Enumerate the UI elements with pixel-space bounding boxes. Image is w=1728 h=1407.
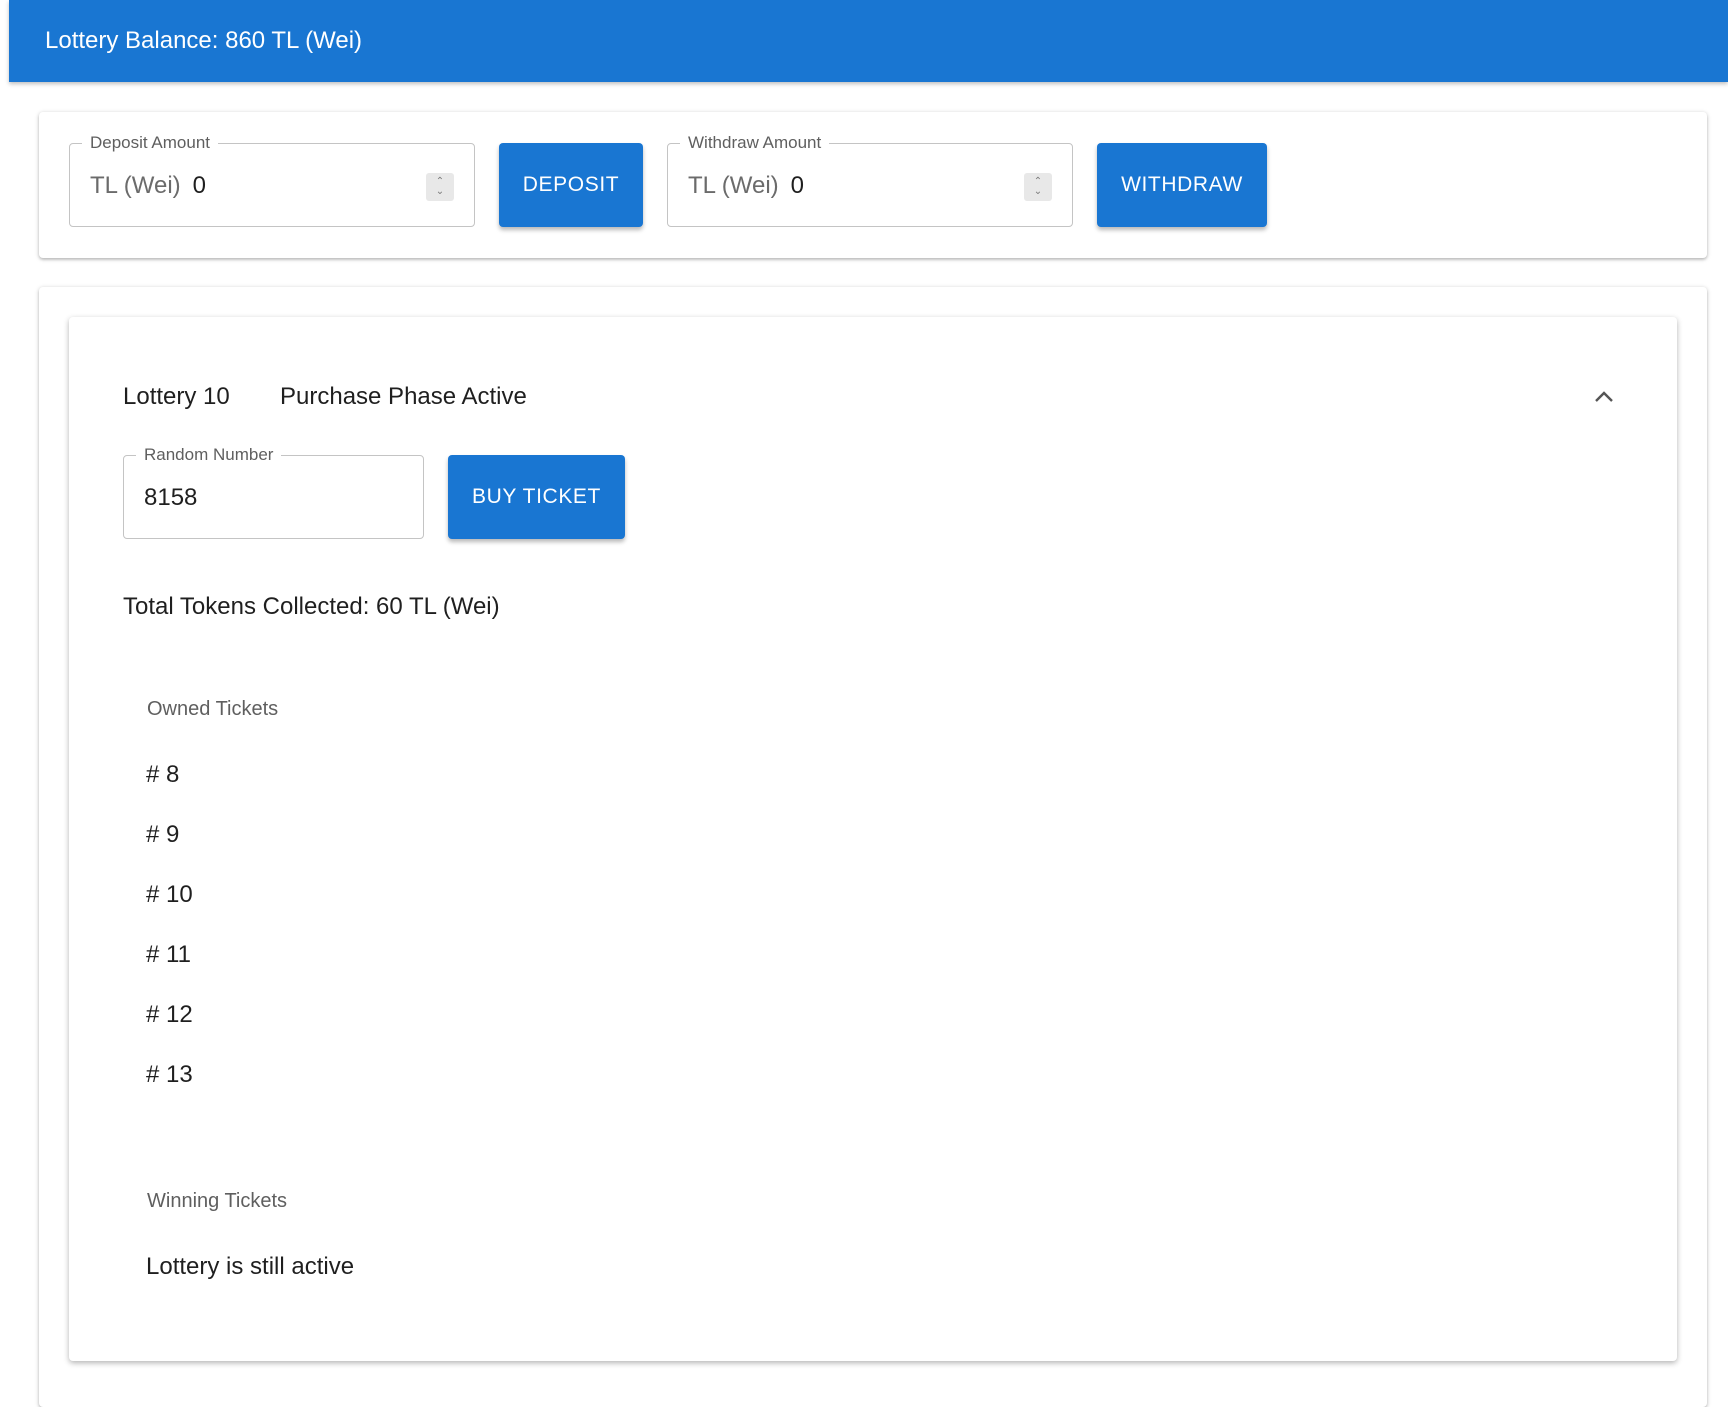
list-item: # 9: [146, 821, 180, 848]
list-item: # 12: [146, 1001, 193, 1028]
list-item: # 13: [146, 1061, 193, 1088]
list-item: # 10: [146, 881, 193, 908]
number-spinner-icon[interactable]: ⌃ ⌄: [1024, 173, 1052, 201]
app-bar: Lottery Balance: 860 TL (Wei): [9, 0, 1728, 82]
random-number-input[interactable]: 8158: [144, 484, 197, 512]
random-number-field[interactable]: Random Number 8158: [123, 445, 424, 539]
lottery-balance: Lottery Balance: 860 TL (Wei): [45, 27, 363, 54]
winning-tickets-header: Winning Tickets: [147, 1190, 288, 1212]
lottery-phase: Purchase Phase Active: [280, 383, 527, 410]
list-item: # 11: [146, 941, 191, 968]
deposit-unit: TL (Wei): [90, 172, 181, 199]
withdraw-amount-field[interactable]: Withdraw Amount TL (Wei) 0 ⌃ ⌄: [667, 133, 1073, 227]
list-item: # 8: [146, 761, 180, 788]
total-tokens-collected: Total Tokens Collected: 60 TL (Wei): [123, 593, 500, 620]
deposit-amount-field[interactable]: Deposit Amount TL (Wei) 0 ⌃ ⌄: [69, 133, 475, 227]
deposit-button[interactable]: DEPOSIT: [499, 143, 643, 227]
lottery-title: Lottery 10: [123, 383, 230, 410]
number-spinner-icon[interactable]: ⌃ ⌄: [426, 173, 454, 201]
withdraw-amount-input[interactable]: 0: [791, 172, 804, 200]
withdraw-button[interactable]: WITHDRAW: [1097, 143, 1267, 227]
winning-status: Lottery is still active: [146, 1253, 355, 1280]
owned-tickets-header: Owned Tickets: [147, 698, 279, 720]
withdraw-unit: TL (Wei): [688, 172, 779, 199]
buy-ticket-button[interactable]: BUY TICKET: [448, 455, 625, 539]
chevron-up-icon[interactable]: [1589, 382, 1619, 412]
deposit-amount-input[interactable]: 0: [193, 172, 206, 200]
